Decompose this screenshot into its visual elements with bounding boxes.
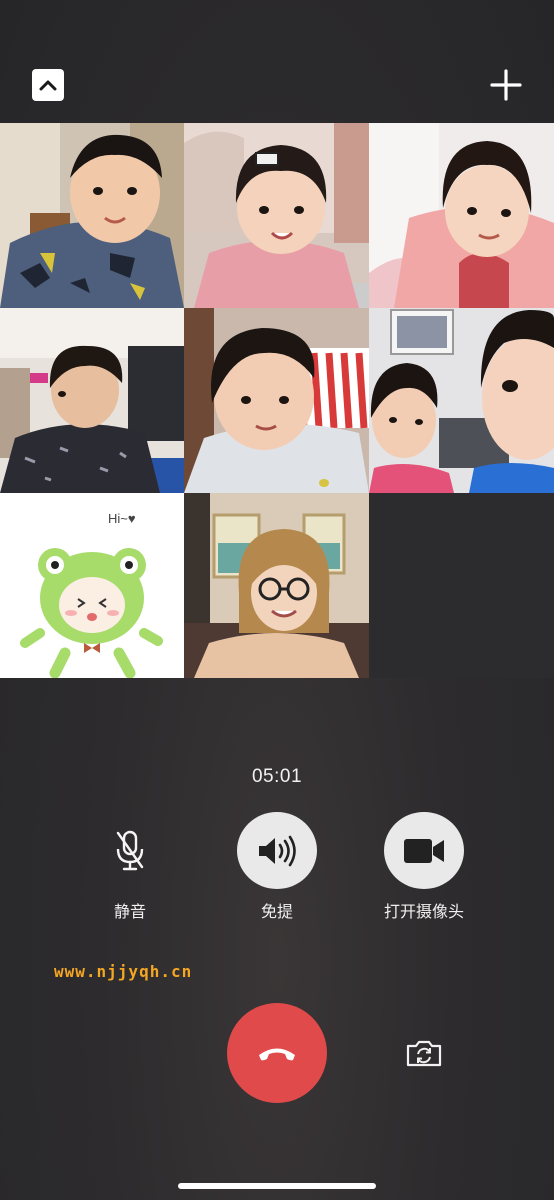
speaker-button[interactable]: 免提: [217, 812, 337, 922]
phone-hangup-icon: [259, 1048, 295, 1061]
mute-circle: [90, 812, 170, 889]
mute-label: 静音: [113, 904, 146, 921]
chevron-up-icon: [39, 80, 57, 91]
participant-video-tile[interactable]: [0, 123, 184, 308]
camera-flip-icon: [406, 1040, 442, 1067]
participant-video-tile[interactable]: [184, 123, 369, 308]
sticker-text: Hi~♥: [108, 511, 136, 526]
mute-button[interactable]: 静音: [70, 812, 190, 922]
video-camera-icon: [404, 838, 444, 863]
top-bar: [0, 0, 554, 123]
participant-video-tile[interactable]: [184, 308, 369, 493]
watermark-text: www.njjyqh.cn: [54, 962, 193, 981]
participant-grid: Hi~♥: [0, 123, 554, 678]
call-duration: 05:01: [251, 766, 303, 787]
speaker-icon: [259, 835, 296, 866]
hangup-button[interactable]: [227, 1003, 327, 1103]
participant-avatar-tile[interactable]: Hi~♥: [0, 493, 184, 678]
flip-camera-button[interactable]: [404, 1035, 444, 1071]
speaker-label: 免提: [260, 904, 293, 921]
collapse-button[interactable]: [32, 69, 64, 101]
camera-circle: [384, 812, 464, 889]
add-member-button[interactable]: [487, 66, 525, 104]
participant-video-tile[interactable]: [369, 308, 554, 493]
camera-label: 打开摄像头: [383, 904, 464, 921]
participant-video-tile[interactable]: [0, 308, 184, 493]
home-indicator[interactable]: [178, 1183, 376, 1189]
microphone-icon: [116, 830, 144, 870]
participant-video-tile[interactable]: [184, 493, 369, 678]
participant-video-tile[interactable]: [369, 123, 554, 308]
empty-tile: [369, 493, 554, 678]
speaker-circle: [237, 812, 317, 889]
camera-button[interactable]: 打开摄像头: [364, 812, 484, 922]
plus-icon: [490, 69, 522, 101]
